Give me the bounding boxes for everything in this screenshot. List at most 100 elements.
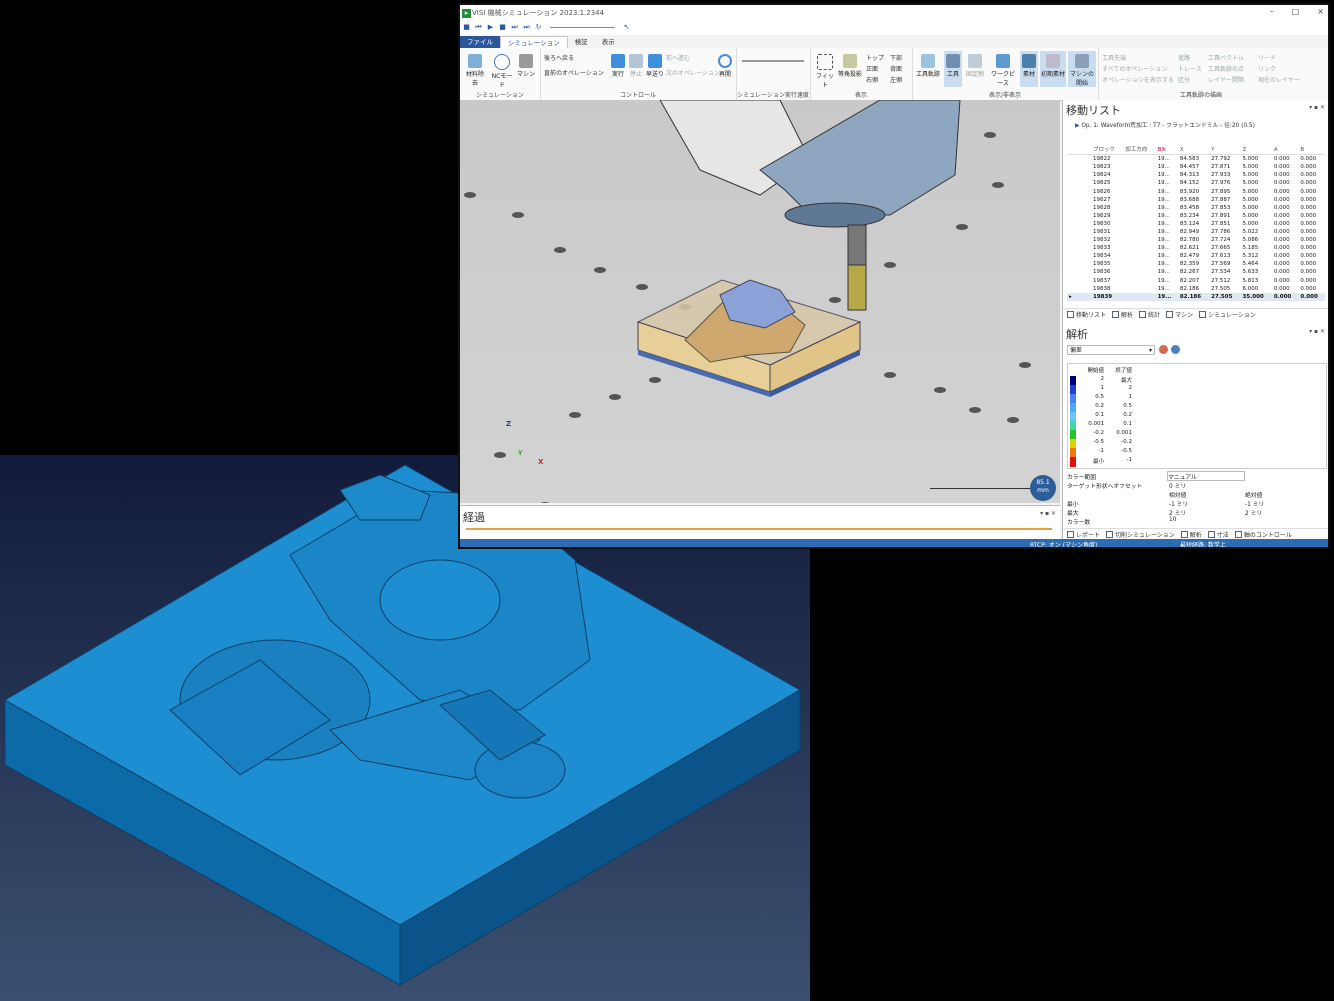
palette-icon[interactable] [1159,345,1168,354]
color-count-value[interactable]: 10 [1169,517,1176,523]
stop-icon[interactable]: ■ [498,23,507,32]
path-option[interactable]: 進路 [1178,53,1190,62]
link-option[interactable]: リンク [1258,64,1276,73]
tab-simulation[interactable]: シミュレーション [500,36,568,48]
min-relative[interactable]: -1 ミリ [1169,499,1188,508]
save-icon[interactable]: ■ [462,23,471,32]
table-row[interactable]: 19831 19... 82.949 27.786 5.022 0.000 0.000 [1067,228,1325,236]
table-row[interactable]: 19826 19... 83.920 27.895 5.000 0.000 0.000 [1067,187,1325,195]
speed-slider[interactable] [550,26,615,28]
table-row[interactable]: 19830 19... 83.124 27.851 5.000 0.000 0.000 [1067,220,1325,228]
tool-tip-option[interactable]: 工具先端 [1102,53,1126,62]
play-icon[interactable]: ▶ [486,23,495,32]
color-range-select[interactable]: マニュアル [1167,471,1245,481]
current-layer-option[interactable]: 現在のレイヤー [1258,75,1300,84]
min-absolute[interactable]: -1 ミリ [1245,499,1264,508]
tool-vector-option[interactable]: 工具ベクトル [1208,53,1244,62]
view-bottom-button[interactable]: 下部 [890,53,902,62]
pointer-icon[interactable]: ↖ [622,23,631,32]
view-top-button[interactable]: トップ [866,53,884,62]
tab-verify[interactable]: 検証 [568,36,595,48]
analysis-controls[interactable]: ▾ ▪ ✕ [1309,328,1325,335]
tab-statistics[interactable]: 統計 [1139,309,1160,319]
toggle-toolpath-button[interactable]: 工具軌跡 [914,54,942,78]
table-row[interactable]: ▸ 19839 19... 82.186 27.505 35.000 0.000 0.000 [1067,292,1325,301]
table-row[interactable]: 19837 19... 82.207 27.512 5.813 0.000 0.000 [1067,277,1325,285]
previous-operation-button[interactable]: 直前のオペレーション [544,68,604,77]
view-left-button[interactable]: 左側 [890,75,902,84]
tab-view[interactable]: 表示 [595,36,622,48]
step-forward-button[interactable]: 前へ進む [666,53,690,62]
restart-button[interactable]: 再開 [716,54,734,78]
nc-mode-button[interactable]: NCモード [490,54,514,89]
3d-viewport[interactable]: 85.1 mm Z X Y [460,100,1060,503]
show-operation-option[interactable]: オペレーションを表示する [1102,75,1174,84]
table-row[interactable]: 19825 19... 84.152 27.976 5.000 0.000 0.000 [1067,179,1325,187]
table-row[interactable]: 19823 19... 84.457 27.871 5.000 0.000 0.000 [1067,163,1325,171]
table-row[interactable]: 19833 19... 82.621 27.665 5.185 0.000 0.000 [1067,244,1325,252]
speed-slider[interactable] [742,60,804,62]
offset-value[interactable]: 0 ミリ [1169,481,1186,490]
table-row[interactable]: 19838 19... 82.186 27.505 6.000 0.000 0.000 [1067,285,1325,293]
move-list-controls[interactable]: ▾ ▪ ✕ [1309,104,1325,111]
view-right-button[interactable]: 右側 [866,75,878,84]
tab-cut-simulation[interactable]: 切削シミュレーション [1106,529,1175,539]
table-row[interactable]: 19834 19... 82.479 27.613 5.312 0.000 0.000 [1067,252,1325,260]
layer-interval-option[interactable]: レイヤー間隔 [1208,75,1244,84]
table-row[interactable]: 19832 19... 82.780 27.724 5.086 0.000 0.000 [1067,236,1325,244]
settings-icon[interactable] [1171,345,1180,354]
table-row[interactable]: 19822 19... 84.583 27.792 5.000 0.000 0.000 [1067,155,1325,164]
table-row[interactable]: 19829 19... 83.234 27.891 5.000 0.000 0.000 [1067,212,1325,220]
toolpath-points-option[interactable]: 工具軌跡の点 [1208,64,1244,73]
tab-axis-control[interactable]: 軸のコントロール [1234,529,1292,539]
tab-machine[interactable]: マシン [1166,309,1193,319]
table-row[interactable]: 19835 19... 82.359 27.569 5.464 0.000 0.000 [1067,260,1325,268]
segment-option[interactable]: 区分 [1178,75,1190,84]
toggle-stock-button[interactable]: 素材 [1020,51,1038,87]
toggle-fixture-button[interactable]: 固定物 [964,54,986,78]
all-operations-option[interactable]: すべてのオペレーション [1102,64,1167,73]
isometric-button[interactable]: 等角投影 [836,54,864,78]
tab-report[interactable]: レポート [1067,529,1100,539]
view-back-button[interactable]: 背面 [890,64,902,73]
next-operation-button[interactable]: 次のオペレーション [666,68,720,77]
rewind-icon[interactable]: ⏮ [474,23,483,32]
operation-row[interactable]: ▶ Op. 1: Waveform荒加工 : T7 - フラットエンドミル - … [1075,120,1255,129]
end-icon[interactable]: ⏭ [522,23,531,32]
toggle-machine-start-button[interactable]: マシンの開始 [1068,51,1096,87]
toggle-tool-button[interactable]: 工具 [944,51,962,87]
fit-button[interactable]: フィット [816,54,834,89]
table-row[interactable]: 19828 19... 83.458 27.853 5.000 0.000 0.000 [1067,204,1325,212]
analysis-mode-select[interactable]: 偏差 ▾ [1067,345,1155,355]
tab-simulation[interactable]: シミュレーション [1199,309,1256,319]
lead-option[interactable]: リード [1258,53,1276,62]
material-removal-button[interactable]: 材料除去 [464,54,486,87]
trace-option[interactable]: トレース [1178,64,1202,73]
table-row[interactable]: 19824 19... 84.313 27.933 5.000 0.000 0.000 [1067,171,1325,179]
maximize-button[interactable]: □ [1292,7,1300,16]
fast-forward-icon[interactable]: ⏭ [510,23,519,32]
step-back-button[interactable]: 後ろへ戻る [544,53,574,62]
tab-dimension[interactable]: 寸法 [1207,529,1229,539]
stop-button[interactable]: 停止 [628,54,644,78]
machine-button[interactable]: マシン [516,54,536,78]
minimize-button[interactable]: – [1270,7,1274,16]
max-absolute[interactable]: 2 ミリ [1245,508,1262,517]
toggle-initial-stock-button[interactable]: 初期素材 [1040,51,1066,87]
tab-move-list[interactable]: 移動リスト [1067,309,1106,319]
tab-analysis[interactable]: 解析 [1112,309,1133,319]
run-button[interactable]: 実行 [610,54,626,78]
tool-icon [946,54,960,68]
tab-analysis-bottom[interactable]: 解析 [1180,529,1202,539]
view-front-button[interactable]: 正面 [866,64,878,73]
table-row[interactable]: 19827 19... 83.688 27.887 5.000 0.000 0.000 [1067,196,1325,204]
table-row[interactable]: 19836 19... 82.267 27.534 5.633 0.000 0.000 [1067,268,1325,276]
tab-file[interactable]: ファイル [460,36,500,48]
legend-row[interactable]: 最小 -1 [1068,457,1326,467]
close-button[interactable]: × [1317,7,1324,16]
toggle-workpiece-button[interactable]: ワークピース [988,54,1018,87]
max-relative[interactable]: 2 ミリ [1169,508,1186,517]
fast-forward-button[interactable]: 早送り [646,54,664,78]
refresh-icon[interactable]: ↻ [534,23,543,32]
progress-panel-controls[interactable]: ▾ ▪ ✕ [1040,510,1056,517]
